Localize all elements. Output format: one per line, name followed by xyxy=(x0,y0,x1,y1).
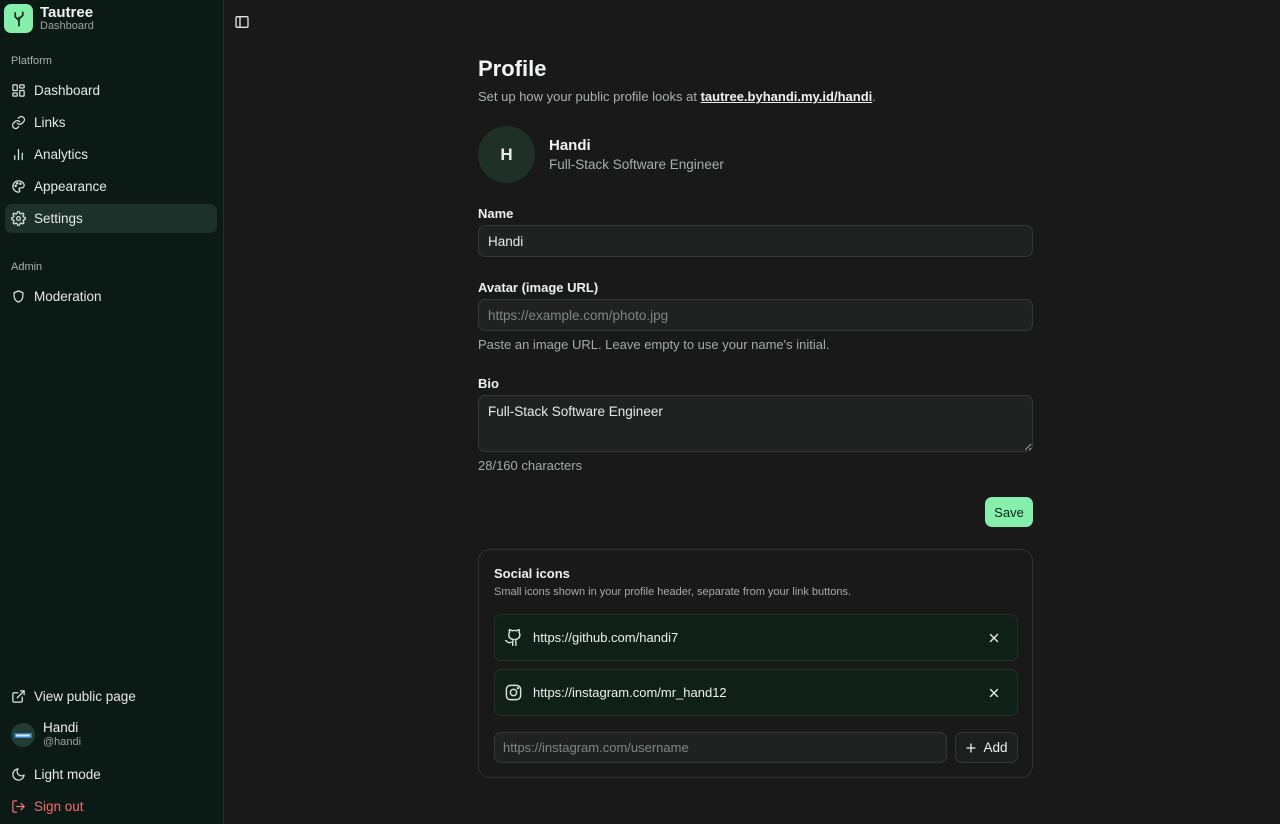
add-social-label: Add xyxy=(983,740,1008,755)
sidebar-item-label: Settings xyxy=(34,211,83,226)
page-subtitle-prefix: Set up how your public profile looks at xyxy=(478,89,701,104)
bio-char-count: 28/160 characters xyxy=(478,458,583,473)
sidebar-item-label: Analytics xyxy=(34,147,89,162)
instagram-icon xyxy=(505,684,522,701)
avatar-hint: Paste an image URL. Leave empty to use y… xyxy=(478,337,830,352)
sidebar-item-moderation[interactable]: Moderation xyxy=(5,282,217,311)
brand-subtitle: Dashboard xyxy=(40,19,94,32)
sidebar-toggle-button[interactable] xyxy=(234,14,251,31)
theme-toggle-label: Light mode xyxy=(34,767,101,782)
plus-icon xyxy=(966,742,977,753)
remove-social-button[interactable] xyxy=(987,686,1001,700)
avatar-url-field[interactable] xyxy=(478,299,1033,331)
social-icons-title: Social icons xyxy=(494,566,570,581)
log-out-icon xyxy=(12,800,25,813)
bar-chart-icon xyxy=(14,148,23,161)
profile-role: Full-Stack Software Engineer xyxy=(549,157,724,172)
social-item: https://github.com/handi7 xyxy=(494,614,1018,661)
new-social-url-input[interactable] xyxy=(494,732,947,763)
add-social-button[interactable]: Add xyxy=(955,732,1018,763)
close-icon xyxy=(989,633,999,643)
palette-icon xyxy=(12,180,25,193)
page-subtitle: Set up how your public profile looks at … xyxy=(478,89,876,104)
user-name: Handi xyxy=(43,720,79,735)
github-icon xyxy=(504,628,521,647)
sidebar-item-settings[interactable]: Settings xyxy=(5,204,217,233)
page-subtitle-suffix: . xyxy=(872,89,876,104)
sidebar-item-links[interactable]: Links xyxy=(5,108,217,137)
save-button[interactable]: Save xyxy=(985,497,1033,527)
name-label: Name xyxy=(478,206,514,221)
platform-group-label: Platform xyxy=(11,55,52,67)
bio-label: Bio xyxy=(478,376,499,391)
sidebar-item-label: Moderation xyxy=(34,289,102,304)
link-icon xyxy=(11,115,26,130)
name-field[interactable] xyxy=(478,225,1033,257)
sign-out-label: Sign out xyxy=(34,799,84,814)
sidebar-item-label: Appearance xyxy=(34,179,107,194)
profile-name: Handi xyxy=(549,137,591,154)
close-icon xyxy=(989,688,999,698)
external-link-icon xyxy=(12,690,25,703)
brand-title: Tautree xyxy=(40,3,94,21)
sidebar-item-appearance[interactable]: Appearance xyxy=(5,172,217,201)
page-title: Profile xyxy=(478,56,547,81)
profile-avatar: H xyxy=(478,126,535,183)
panel-left-icon xyxy=(235,16,249,28)
avatar-label: Avatar (image URL) xyxy=(478,280,599,295)
sidebar: Tautree Dashboard Platform Dashboard Lin… xyxy=(0,0,224,824)
sidebar-item-analytics[interactable]: Analytics xyxy=(5,140,217,169)
remove-social-button[interactable] xyxy=(987,631,1001,645)
brand[interactable]: Tautree Dashboard xyxy=(4,4,94,33)
bio-field[interactable]: Full-Stack Software Engineer xyxy=(478,395,1033,452)
sidebar-item-dashboard[interactable]: Dashboard xyxy=(5,76,217,105)
view-public-page-label: View public page xyxy=(34,689,136,704)
social-icons-subtitle: Small icons shown in your profile header… xyxy=(494,586,852,598)
gear-icon xyxy=(11,211,26,226)
public-profile-link[interactable]: tautree.byhandi.my.id/handi xyxy=(701,89,873,104)
shield-icon xyxy=(13,290,24,303)
theme-toggle-button[interactable]: Light mode xyxy=(5,760,217,789)
social-icons-card: Social icons Small icons shown in your p… xyxy=(478,549,1033,778)
view-public-page-link[interactable]: View public page xyxy=(5,682,217,711)
moon-icon xyxy=(12,768,25,781)
admin-group-label: Admin xyxy=(11,261,43,273)
user-menu[interactable]: Handi @handi xyxy=(11,720,81,749)
avatar xyxy=(11,722,35,747)
sign-out-button[interactable]: Sign out xyxy=(5,792,217,821)
social-url: https://github.com/handi7 xyxy=(533,630,679,645)
user-handle: @handi xyxy=(43,736,82,748)
social-url: https://instagram.com/mr_hand12 xyxy=(533,685,727,700)
sidebar-item-label: Dashboard xyxy=(34,83,101,98)
tree-logo-icon xyxy=(4,4,33,33)
social-item: https://instagram.com/mr_hand12 xyxy=(494,669,1018,716)
dashboard-icon xyxy=(12,84,25,97)
sidebar-item-label: Links xyxy=(34,115,66,130)
